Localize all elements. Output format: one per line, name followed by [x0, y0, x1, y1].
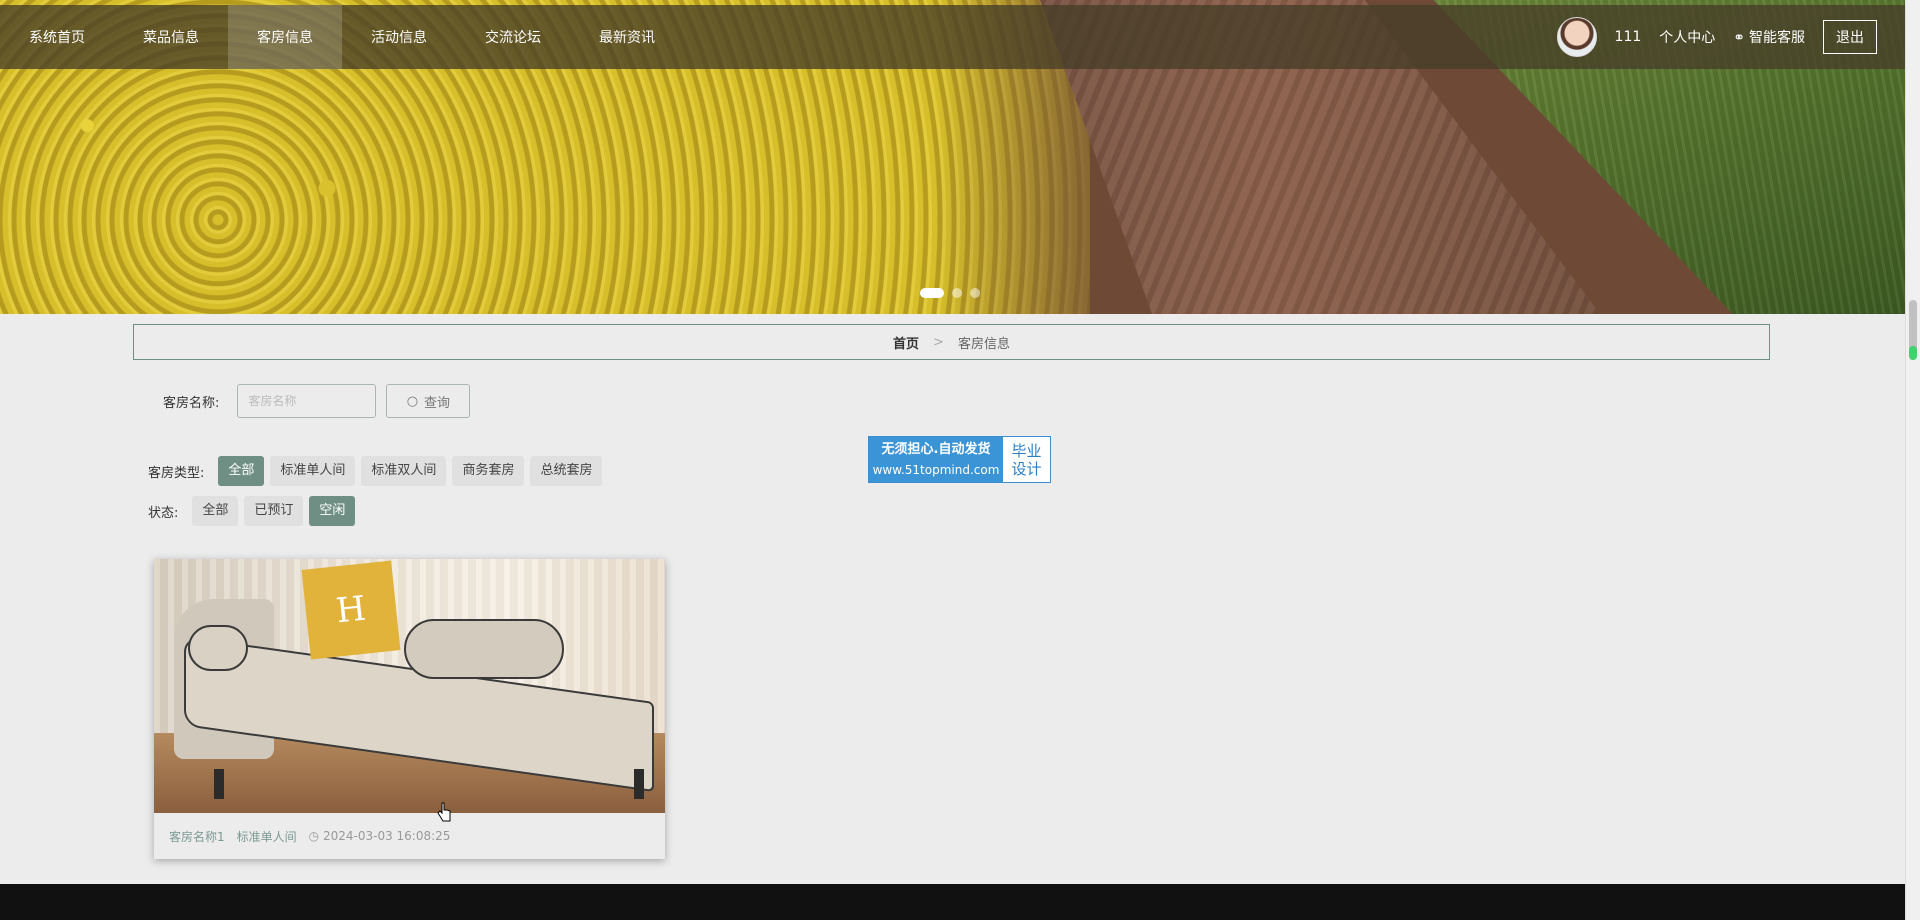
room-image[interactable]: H [154, 559, 665, 813]
nav-item-home[interactable]: 系统首页 [0, 5, 114, 69]
room-time: 2024-03-03 16:08:25 [322, 829, 451, 843]
room-card-meta: 客房名称1 标准单人间 ◷ 2024-03-03 16:08:25 [154, 813, 665, 859]
room-card[interactable]: H 客房名称1 标准单人间 ◷ 2024-03-03 16:08:25 [154, 559, 665, 859]
breadcrumb: 首页 > 客房信息 [133, 324, 1770, 360]
nav-item-activities[interactable]: 活动信息 [342, 5, 456, 69]
nav-item-rooms[interactable]: 客房信息 [228, 5, 342, 69]
room-type-filter: 客房类型: 全部 标准单人间 标准双人间 商务套房 总统套房 [148, 456, 603, 486]
status-chip-booked[interactable]: 已预订 [244, 496, 304, 526]
user-icon: ⚭ [1733, 30, 1745, 46]
type-chip-standard-single[interactable]: 标准单人间 [270, 456, 356, 486]
status-filter: 状态: 全部 已预订 空闲 [148, 496, 356, 526]
type-chip-business-suite[interactable]: 商务套房 [452, 456, 525, 486]
clock-icon: ◷ [308, 829, 320, 843]
carousel-indicators [920, 288, 980, 298]
type-chip-presidential-suite[interactable]: 总统套房 [530, 456, 603, 486]
nav-item-dishes[interactable]: 菜品信息 [114, 5, 228, 69]
breadcrumb-home[interactable]: 首页 [893, 333, 919, 352]
smart-service-link[interactable]: ⚭ 智能客服 [1733, 27, 1805, 47]
pillow-logo: H [301, 560, 401, 660]
status-chip-vacant[interactable]: 空闲 [309, 496, 356, 526]
logout-button[interactable]: 退出 [1823, 20, 1877, 54]
type-chip-standard-double[interactable]: 标准双人间 [361, 456, 447, 486]
search-button[interactable]: ○ 查询 [386, 384, 471, 418]
ad-url: www.51topmind.com [872, 462, 1000, 477]
search-bar: 客房名称: ○ 查询 [163, 384, 471, 418]
smart-service-label: 智能客服 [1749, 30, 1805, 46]
carousel-dot-1[interactable] [920, 288, 944, 298]
page-scrollbar[interactable] [1905, 0, 1920, 920]
room-type-label: 客房类型: [148, 465, 205, 481]
personal-center-link[interactable]: 个人中心 [1659, 27, 1715, 47]
status-chip-all[interactable]: 全部 [192, 496, 239, 526]
carousel-dot-3[interactable] [970, 288, 980, 298]
avatar[interactable] [1556, 17, 1597, 57]
search-icon: ○ [406, 393, 419, 409]
nav-item-forum[interactable]: 交流论坛 [456, 5, 570, 69]
footer [0, 884, 1905, 920]
hand-cursor-icon [437, 802, 451, 822]
room-name: 客房名称1 [169, 829, 225, 844]
ad-slogan: 无须担心.自动发货 [881, 441, 991, 457]
ad-right-line1: 毕业 [1011, 441, 1042, 460]
search-button-label: 查询 [424, 395, 451, 411]
room-name-search-input[interactable] [237, 384, 377, 418]
breadcrumb-separator: > [933, 334, 944, 350]
breadcrumb-current: 客房信息 [957, 336, 1010, 352]
search-label: 客房名称: [163, 395, 220, 411]
nav-item-news[interactable]: 最新资讯 [570, 5, 684, 69]
scrollbar-thumb[interactable] [1909, 300, 1917, 360]
top-nav: 系统首页 菜品信息 客房信息 活动信息 交流论坛 最新资讯 111 个人中心 ⚭… [0, 5, 1905, 69]
nav-user-area: 111 个人中心 ⚭ 智能客服 退出 [1556, 5, 1877, 69]
carousel-dot-2[interactable] [952, 288, 962, 298]
ad-badge[interactable]: 无须担心.自动发货 www.51topmind.com 毕业 设计 [868, 436, 1051, 483]
status-label: 状态: [148, 505, 179, 521]
type-chip-all[interactable]: 全部 [218, 456, 265, 486]
room-type: 标准单人间 [236, 829, 297, 844]
username: 111 [1614, 29, 1642, 45]
ad-right-line2: 设计 [1011, 459, 1042, 478]
